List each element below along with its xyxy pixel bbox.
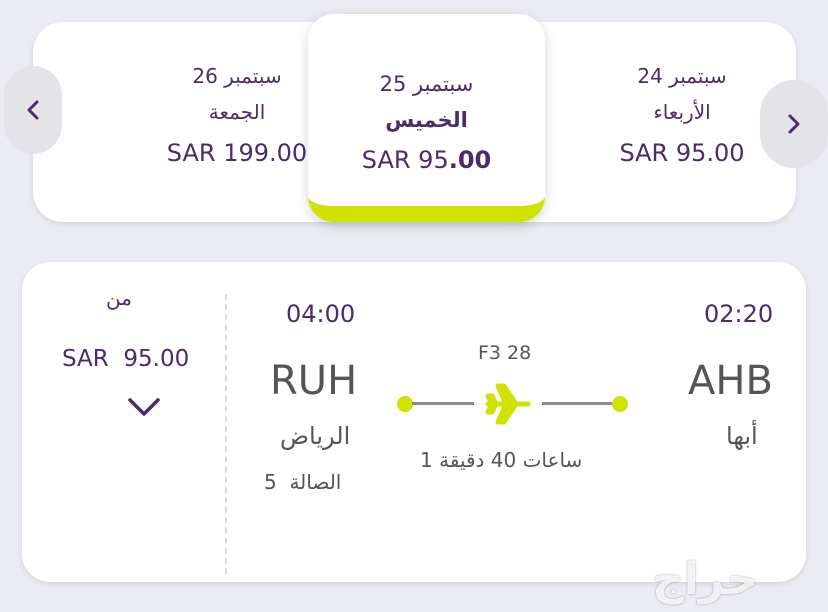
price-amount: 95.00 <box>123 346 190 372</box>
departure-dot <box>612 396 628 412</box>
terminal-number: 5 <box>264 470 277 494</box>
arrival-time: 04:00 <box>286 300 356 328</box>
previous-date-button[interactable] <box>4 66 62 154</box>
haraj-watermark-logo: حراج <box>652 554 758 605</box>
expand-details-button[interactable] <box>124 392 164 422</box>
date-option-friday[interactable]: 26 سبتمبر الجمعة SAR 199.00 <box>137 22 337 222</box>
chevron-right-icon <box>788 114 800 134</box>
airplane-icon <box>482 378 534 430</box>
chevron-down-icon <box>128 398 160 416</box>
arrival-dot <box>397 396 413 412</box>
chevron-left-icon <box>27 100 39 120</box>
departure-city: أبها <box>726 422 758 450</box>
next-date-button[interactable] <box>760 80 828 168</box>
arrival-city: الرياض <box>280 422 351 450</box>
date-option-wednesday[interactable]: 24 سبتمبر الأربعاء SAR 95.00 <box>582 22 782 222</box>
terminal-label: الصالة <box>289 470 342 494</box>
weekday-label: الخميس <box>385 108 468 132</box>
arrival-airport-code: RUH <box>270 358 358 404</box>
price-decimals: .00 <box>448 146 492 174</box>
weekday-label: الأربعاء <box>653 100 711 124</box>
price-from-label: من <box>106 286 132 310</box>
date-price: SAR 199.00 <box>166 139 308 167</box>
date-label: 24 سبتمبر <box>637 64 727 88</box>
card-divider <box>225 294 227 574</box>
price-main: SAR 95 <box>361 146 449 174</box>
flight-result-card[interactable]: من SAR 95.00 04:00 RUH الرياض 5 الصالة F… <box>22 262 806 582</box>
departure-airport-code: AHB <box>688 358 773 404</box>
departure-time: 02:20 <box>704 300 774 328</box>
date-price: SAR 95.00 <box>308 146 545 174</box>
date-label: 25 سبتمبر <box>379 72 474 96</box>
price-currency: SAR <box>62 346 109 372</box>
route-line-left <box>412 402 474 405</box>
flight-number: F3 28 <box>478 342 532 364</box>
date-price: SAR 95.00 <box>619 139 745 167</box>
flight-price: SAR 95.00 <box>62 346 189 372</box>
terminal-info: 5 الصالة <box>264 470 341 494</box>
date-label: 26 سبتمبر <box>192 64 282 88</box>
date-option-thursday-selected[interactable]: 25 سبتمبر الخميس SAR 95.00 <box>308 14 545 222</box>
route-line-right <box>542 402 614 405</box>
flight-duration: 1 ساعات 40 دقيقة <box>420 448 583 472</box>
weekday-label: الجمعة <box>208 100 266 124</box>
